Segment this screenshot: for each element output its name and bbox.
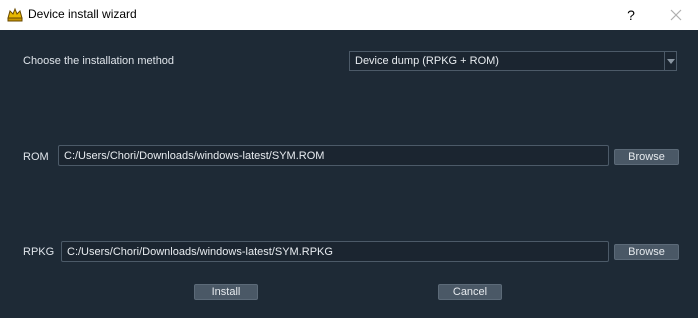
rpkg-path-input[interactable]: C:/Users/Chori/Downloads/windows-latest/… [61, 241, 609, 262]
rpkg-label: RPKG [23, 246, 55, 258]
installation-method-select[interactable]: Device dump (RPKG + ROM) [349, 51, 677, 71]
install-button[interactable]: Install [194, 284, 258, 300]
app-logo-icon [6, 6, 24, 24]
rpkg-path-value: C:/Users/Chori/Downloads/windows-latest/… [67, 246, 333, 258]
installation-method-label: Choose the installation method [23, 55, 175, 67]
rom-label: ROM [23, 151, 49, 163]
close-button[interactable] [664, 5, 688, 25]
rom-path-input[interactable]: C:/Users/Chori/Downloads/windows-latest/… [58, 145, 609, 166]
installation-method-value: Device dump (RPKG + ROM) [355, 55, 499, 67]
help-button[interactable]: ? [620, 5, 642, 25]
chevron-down-icon [667, 59, 675, 64]
window-title: Device install wizard [28, 7, 137, 21]
cancel-button[interactable]: Cancel [438, 284, 502, 300]
close-icon [670, 9, 682, 21]
dropdown-arrow-button[interactable] [664, 52, 676, 70]
device-install-wizard-window: Device install wizard ? Choose the insta… [0, 0, 698, 318]
rom-path-value: C:/Users/Chori/Downloads/windows-latest/… [64, 150, 325, 162]
rpkg-browse-button[interactable]: Browse [614, 244, 679, 260]
title-bar: Device install wizard ? [0, 0, 698, 30]
rom-browse-button[interactable]: Browse [614, 149, 679, 165]
